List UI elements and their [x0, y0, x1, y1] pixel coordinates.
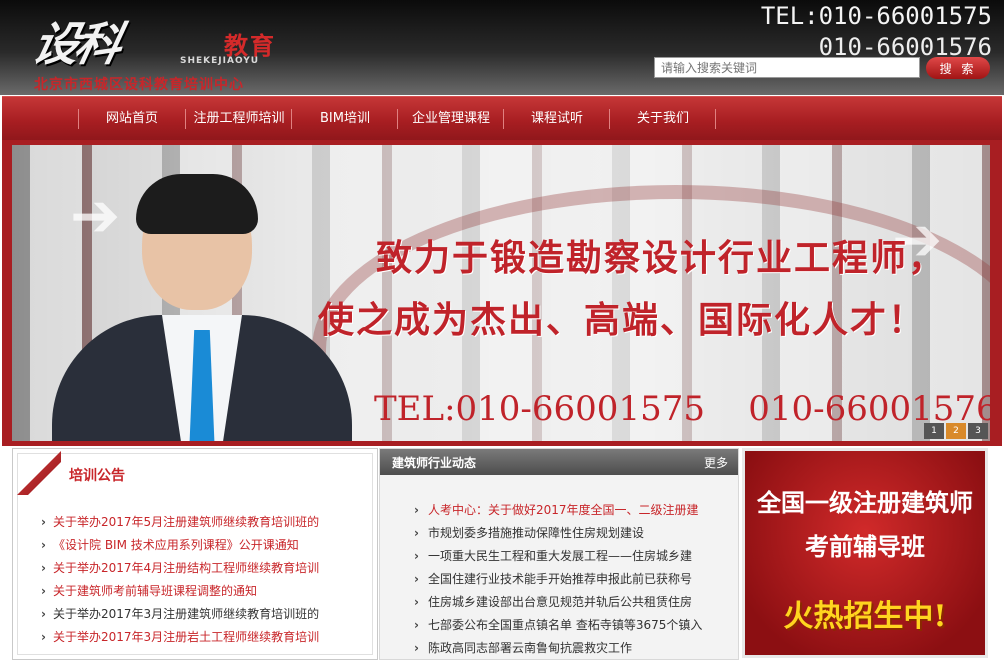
nav-divider [715, 109, 716, 129]
notice-list: 关于举办2017年5月注册建筑师继续教育培训班的 《设计院 BIM 技术应用系列… [41, 511, 319, 649]
training-notices-panel: 培训公告 关于举办2017年5月注册建筑师继续教育培训班的 《设计院 BIM 技… [12, 448, 378, 660]
news-item[interactable]: 全国住建行业技术能手开始推荐申报此前已获称号 [414, 568, 702, 591]
promo-line2: 考前辅导班 [805, 532, 925, 561]
notice-item[interactable]: 关于举办2017年3月注册建筑师继续教育培训班的 [41, 603, 319, 626]
slide-dot-2[interactable]: 2 [946, 423, 966, 439]
notice-item[interactable]: 关于举办2017年3月注册岩土工程师继续教育培训 [41, 626, 319, 649]
center-name: 北京市西城区设科教育培训中心 [34, 77, 244, 93]
nav-item-engineer-training[interactable]: 注册工程师培训 [187, 97, 291, 141]
student-photo [52, 174, 352, 441]
news-item[interactable]: 陈政高同志部署云南鲁甸抗震救灾工作 [414, 637, 702, 660]
site-logo[interactable]: 设科 教育 SHEKEJIAOYU 北京市西城区设科教育培训中心 [28, 8, 334, 94]
banner-tel: TEL:010-66001575 010-66001576 [374, 389, 990, 429]
banner-slogan-line1: 致力于锻造勘察设计行业工程师， [376, 237, 947, 279]
panel-header: 建筑师行业动态 更多 [380, 449, 738, 475]
notice-item[interactable]: 《设计院 BIM 技术应用系列课程》公开课通知 [41, 534, 319, 557]
site-header: 设科 教育 SHEKEJIAOYU 北京市西城区设科教育培训中心 TEL:010… [0, 0, 1004, 95]
industry-news-panel: 建筑师行业动态 更多 人考中心：关于做好2017年度全国一、二级注册建 市规划委… [379, 448, 739, 660]
slide-dot-3[interactable]: 3 [968, 423, 988, 439]
news-item[interactable]: 市规划委多措施推动保障性住房规划建设 [414, 522, 702, 545]
slide-pager: 1 2 3 [924, 423, 988, 439]
nav-divider [503, 109, 504, 129]
nav-item-bim[interactable]: BIM培训 [293, 97, 397, 141]
notice-item[interactable]: 关于举办2017年4月注册结构工程师继续教育培训 [41, 557, 319, 580]
news-item[interactable]: 住房城乡建设部出台意见规范并轨后公共租赁住房 [414, 591, 702, 614]
search-button[interactable]: 搜 索 [926, 57, 990, 79]
main-nav: 网站首页 注册工程师培训 BIM培训 企业管理课程 课程试听 关于我们 [2, 96, 1002, 141]
more-link[interactable]: 更多 [704, 454, 728, 471]
header-tel-1: TEL:010-66001575 [760, 2, 992, 30]
banner-slogan-line2: 使之成为杰出、高端、国际化人才！ [318, 299, 927, 341]
news-list: 人考中心：关于做好2017年度全国一、二级注册建 市规划委多措施推动保障性住房规… [414, 499, 702, 660]
nav-divider [291, 109, 292, 129]
news-item[interactable]: 七部委公布全国重点镇名单 查柘寺镇等3675个镇入 [414, 614, 702, 637]
promo-line3: 火热招生中! [783, 599, 947, 634]
nav-item-home[interactable]: 网站首页 [80, 97, 184, 141]
search-input[interactable] [654, 57, 920, 78]
notice-item[interactable]: 关于举办2017年5月注册建筑师继续教育培训班的 [41, 511, 319, 534]
hero-banner[interactable]: ➔ ➔ 致力于锻造勘察设计行业工程师， 使之成为杰出、高端、国际化人才！ TEL… [12, 145, 990, 441]
notice-item[interactable]: 关于建筑师考前辅导班课程调整的通知 [41, 580, 319, 603]
slide-dot-1[interactable]: 1 [924, 423, 944, 439]
panel-title: 建筑师行业动态 [392, 456, 477, 470]
news-item[interactable]: 一项重大民生工程和重大发展工程——住房城乡建 [414, 545, 702, 568]
panel-title: 培训公告 [69, 468, 125, 484]
promo-panel: 全国一级注册建筑师 考前辅导班 火热招生中! [742, 448, 988, 658]
promo-banner[interactable]: 全国一级注册建筑师 考前辅导班 火热招生中! [745, 451, 985, 655]
news-item[interactable]: 人考中心：关于做好2017年度全国一、二级注册建 [414, 499, 702, 522]
nav-item-management[interactable]: 企业管理课程 [399, 97, 503, 141]
nav-item-about[interactable]: 关于我们 [611, 97, 715, 141]
promo-line1: 全国一级注册建筑师 [757, 488, 973, 517]
nav-divider [609, 109, 610, 129]
logo-pinyin: SHEKEJIAOYU [180, 56, 260, 66]
nav-item-trial[interactable]: 课程试听 [505, 97, 609, 141]
nav-divider [185, 109, 186, 129]
nav-divider [397, 109, 398, 129]
logo-wordmark: 设科 [27, 17, 124, 71]
nav-divider [78, 109, 79, 129]
